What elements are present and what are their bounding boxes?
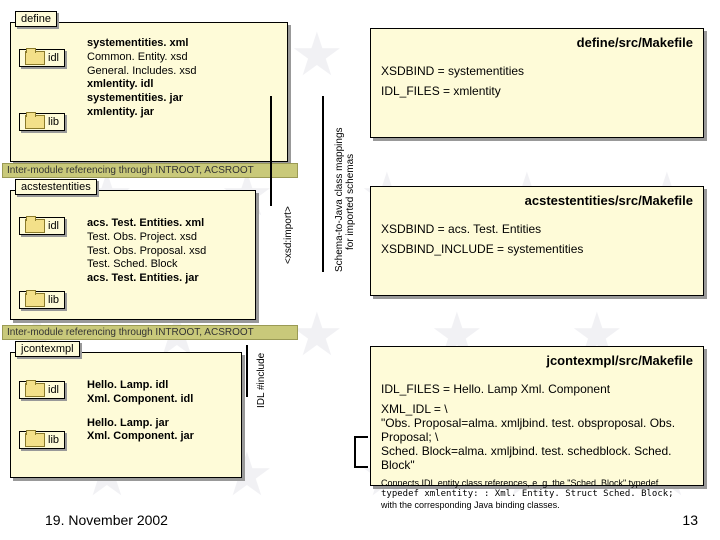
connector (354, 436, 356, 466)
folder-lib: lib (19, 291, 65, 309)
connector (354, 466, 368, 468)
folder-icon (25, 383, 45, 397)
folder-icon (25, 51, 45, 65)
connector (246, 345, 248, 397)
file: Xml. Component. jar (87, 430, 194, 444)
module-define-label: define (15, 11, 57, 27)
define-file-list: systementities. xml Common. Entity. xsd … (87, 37, 196, 120)
makefile-line: XSDBIND = systementities (381, 64, 693, 78)
folder-icon (25, 219, 45, 233)
module-define: define idl lib systementities. xml Commo… (10, 22, 288, 162)
file: xmlentity. idl (87, 78, 196, 92)
footer-date: 19. November 2002 (45, 512, 168, 528)
makefile-title: acstestentities/src/Makefile (381, 193, 693, 208)
file: xmlentity. jar (87, 106, 196, 120)
folder-idl: idl (19, 217, 65, 235)
file: Xml. Component. idl (87, 393, 194, 407)
makefile-note: typedef xmlentity: : Xml. Entity. Struct… (381, 489, 693, 500)
lib-label: lib (48, 434, 59, 446)
file: Common. Entity. xsd (87, 51, 196, 65)
makefile-jcon: jcontexmpl/src/Makefile IDL_FILES = Hell… (370, 346, 704, 486)
file: Hello. Lamp. jar (87, 417, 194, 431)
module-jcon-label: jcontexmpl (15, 341, 80, 357)
makefile-line: XSDBIND_INCLUDE = systementities (381, 242, 693, 256)
folder-icon (25, 433, 45, 447)
folder-icon (25, 293, 45, 307)
makefile-line: XML_IDL = \ (381, 402, 693, 416)
makefile-title: jcontexmpl/src/Makefile (381, 353, 693, 368)
file: acs. Test. Entities. jar (87, 272, 206, 286)
vlabel-include: IDL #include (256, 353, 267, 408)
folder-icon (25, 115, 45, 129)
makefile-note: Connects IDL entity class references, e.… (381, 478, 693, 489)
connector (322, 96, 324, 272)
file: Test. Sched. Block (87, 258, 206, 272)
jcon-file-list: Hello. Lamp. idl Xml. Component. idl Hel… (87, 379, 194, 444)
makefile-line: IDL_FILES = xmlentity (381, 84, 693, 98)
file: General. Includes. xsd (87, 65, 196, 79)
module-jcon: jcontexmpl idl lib Hello. Lamp. idl Xml.… (10, 352, 242, 478)
folder-idl: idl (19, 381, 65, 399)
makefile-line: "Obs. Proposal=alma. xmljbind. test. obs… (381, 416, 693, 444)
module-acs-label: acstestentities (15, 179, 97, 195)
vlabel-schema2: for imported schemas (345, 154, 356, 250)
makefile-acs: acstestentities/src/Makefile XSDBIND = a… (370, 186, 704, 296)
makefile-line: Sched. Block=alma. xmljbind. test. sched… (381, 444, 693, 472)
folder-lib: lib (19, 113, 65, 131)
connector (354, 436, 368, 438)
idl-label: idl (48, 220, 59, 232)
makefile-note: with the corresponding Java binding clas… (381, 500, 693, 511)
connector (270, 96, 272, 206)
file: Hello. Lamp. idl (87, 379, 194, 393)
ref-bar-2: Inter-module referencing through INTROOT… (2, 325, 298, 340)
makefile-define: define/src/Makefile XSDBIND = systementi… (370, 28, 704, 138)
idl-label: idl (48, 52, 59, 64)
lib-label: lib (48, 116, 59, 128)
file: systementities. xml (87, 37, 196, 51)
file: systementities. jar (87, 92, 196, 106)
ref-bar-1: Inter-module referencing through INTROOT… (2, 163, 298, 178)
module-acs: acstestentities idl lib acs. Test. Entit… (10, 190, 256, 320)
folder-idl: idl (19, 49, 65, 67)
makefile-line: IDL_FILES = Hello. Lamp Xml. Component (381, 382, 693, 396)
lib-label: lib (48, 294, 59, 306)
vlabel-import: <xsd:import> (283, 206, 294, 264)
file: Test. Obs. Project. xsd (87, 231, 206, 245)
file: Test. Obs. Proposal. xsd (87, 245, 206, 259)
file: acs. Test. Entities. xml (87, 217, 206, 231)
makefile-line: XSDBIND = acs. Test. Entities (381, 222, 693, 236)
folder-lib: lib (19, 431, 65, 449)
vlabel-schema1: Schema-to-Java class mappings (334, 127, 345, 272)
idl-label: idl (48, 384, 59, 396)
makefile-title: define/src/Makefile (381, 35, 693, 50)
acs-file-list: acs. Test. Entities. xml Test. Obs. Proj… (87, 217, 206, 286)
footer-page-number: 13 (682, 512, 698, 528)
